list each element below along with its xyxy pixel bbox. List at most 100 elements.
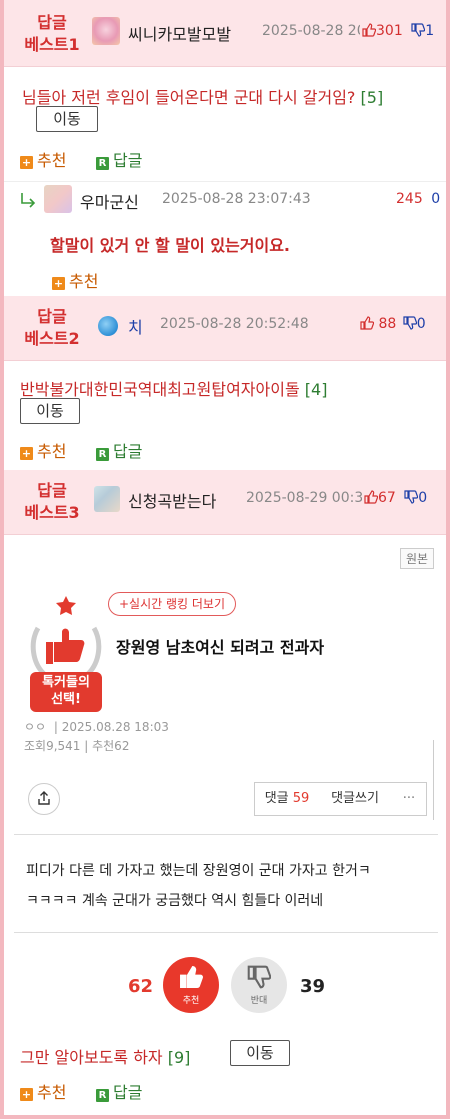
embed-posted: | 2025.08.28 18:03 [53,720,169,734]
avatar[interactable] [44,185,72,213]
reply-button[interactable]: R 답글 [96,147,142,171]
post-title-link[interactable]: 님들아 저런 후임이 들어온다면 군대 다시 갈거임? [5] [22,84,383,108]
avatar[interactable] [92,17,120,45]
comment-btn-count: 59 [292,791,310,806]
badge-text: 톡커들의 선택! [30,674,102,708]
reply-arrow-icon [21,193,36,208]
recommend-label: 추천 [37,1083,67,1102]
post-title[interactable]: 반박불가대한민국역대최고원탑여자아이돌 [20,380,300,399]
downvote[interactable]: 0 [403,316,426,332]
comment-btn-label: 댓글 [264,791,289,806]
share-icon [38,791,50,805]
recommend-label: 추천 [69,272,99,291]
vote-counts: 245 0 [396,191,440,207]
recommend-label: 추천 [37,151,67,170]
thumb-down-icon [247,965,271,989]
avatar[interactable] [98,316,118,336]
thumb-down-icon [403,316,417,330]
recommend-button[interactable]: + 추천 [20,438,66,462]
divider [14,932,438,933]
plus-icon: + [20,156,33,169]
upvote[interactable]: 67 [364,490,400,506]
recommend-button[interactable]: + 추천 [52,268,98,292]
downvote-count: 1 [425,23,435,39]
plus-icon: + [52,277,65,290]
vote-counts: 88 0 [360,316,426,332]
embed-like-count: 62 [128,976,154,997]
reply-button[interactable]: R 답글 [96,1079,142,1103]
embed-dislike-button[interactable]: 반대 [231,957,287,1013]
comment-count: [4] [304,380,328,399]
downvote[interactable]: 1 [411,23,434,39]
move-button[interactable]: 이동 [20,398,80,424]
thumb-down-icon [411,23,426,37]
post-title[interactable]: 그만 알아보도록 하자 [20,1048,163,1067]
move-button[interactable]: 이동 [230,1040,290,1066]
embed-body-line1: 피디가 다른 데 가자고 했는데 장원영이 군대 가자고 한거ㅋ [26,863,371,879]
reply-button[interactable]: R 답글 [96,438,142,462]
reply-r-icon: R [96,448,109,461]
post-date: 2025-08-29 00:32 [246,490,373,506]
divider [4,181,446,182]
upvote-count: 88 [378,316,397,332]
share-button[interactable] [28,783,60,815]
best1-header: 답글 베스트1 씨니카모발모발 2025-08-28 20:00 301 1 [4,0,446,67]
reply-text: 할말이 있거 안 할 말이 있는거이요. [50,236,291,255]
embed-author: ㅇㅇ [24,720,47,734]
best-label-line1: 답글 [37,13,67,32]
best-label: 답글 베스트3 [12,480,92,524]
reply-label: 답글 [113,151,143,170]
thumb-up-icon [180,966,203,988]
nickname[interactable]: 씨니카모발모발 [128,21,231,45]
post-title-link[interactable]: 그만 알아보도록 하자 [9] [20,1044,190,1068]
reply-label: 답글 [113,1083,143,1102]
best-label-line2: 베스트2 [24,329,80,348]
write-comment-button[interactable]: 댓글쓰기 [318,782,393,816]
recommend-button[interactable]: + 추천 [20,147,66,171]
plus-icon: + [20,1088,33,1101]
embed-body: 피디가 다른 데 가자고 했는데 장원영이 군대 가자고 한거ㅋ ㅋㅋㅋㅋ 계속… [26,856,371,916]
embed-body-line2: ㅋㅋㅋㅋ 계속 군대가 궁금했다 역시 힘들다 이러네 [26,893,324,909]
thumb-down-icon [404,490,419,504]
reply-r-icon: R [96,1089,109,1102]
embed-dislike-count: 39 [300,976,326,997]
move-button[interactable]: 이동 [36,106,98,132]
more-button[interactable]: ··· [392,782,427,816]
best2-header: 답글 베스트2 치 2025-08-28 20:52:48 88 0 [4,296,446,361]
recommend-button[interactable]: + 추천 [20,1079,66,1103]
post-title[interactable]: 님들아 저런 후임이 들어온다면 군대 다시 갈거임? [22,88,355,107]
embed-like-label: 추천 [182,996,200,1006]
upvote[interactable]: 88 [360,316,401,332]
recommend-label: 추천 [37,442,67,461]
post-title-link[interactable]: 반박불가대한민국역대최고원탑여자아이돌 [4] [20,376,327,400]
upvote-count[interactable]: 245 [396,191,423,207]
plus-icon: + [20,447,33,460]
divider [14,834,438,835]
ranking-more-button[interactable]: +실시간 랭킹 더보기 [108,592,237,616]
badge-line1: 톡커들의 [42,675,90,690]
upvote-count: 67 [378,490,396,506]
scrollbar[interactable] [433,740,434,820]
upvote[interactable]: 301 [362,23,407,39]
reply-r-icon: R [96,157,109,170]
embed-headline[interactable]: 장원영 남초여신 되려고 전과자 [116,634,324,658]
embed-views: 조회9,541 | 추천62 [24,739,130,753]
thumb-up-icon [360,316,374,330]
best-label: 답글 베스트2 [12,306,92,350]
post-date: 2025-08-28 20:52:48 [160,316,309,332]
reply-label: 답글 [113,442,143,461]
embed-meta: ㅇㅇ | 2025.08.28 18:03 [24,718,169,735]
downvote[interactable]: 0 [404,490,427,506]
nickname[interactable]: 우마군신 [80,189,139,213]
downvote-count[interactable]: 0 [431,191,440,207]
nickname[interactable]: 신청곡받는다 [128,488,216,512]
best-label-line2: 베스트3 [24,503,80,522]
comment-button[interactable]: 댓글 59 [254,782,320,816]
embed-dislike-label: 반대 [250,996,268,1006]
vote-counts: 301 1 [360,23,435,39]
comment-count: [5] [360,88,384,107]
embed-like-button[interactable]: 추천 [163,957,219,1013]
nickname[interactable]: 치 [128,314,143,338]
best-label-line1: 답글 [37,481,67,500]
avatar[interactable] [94,486,120,512]
